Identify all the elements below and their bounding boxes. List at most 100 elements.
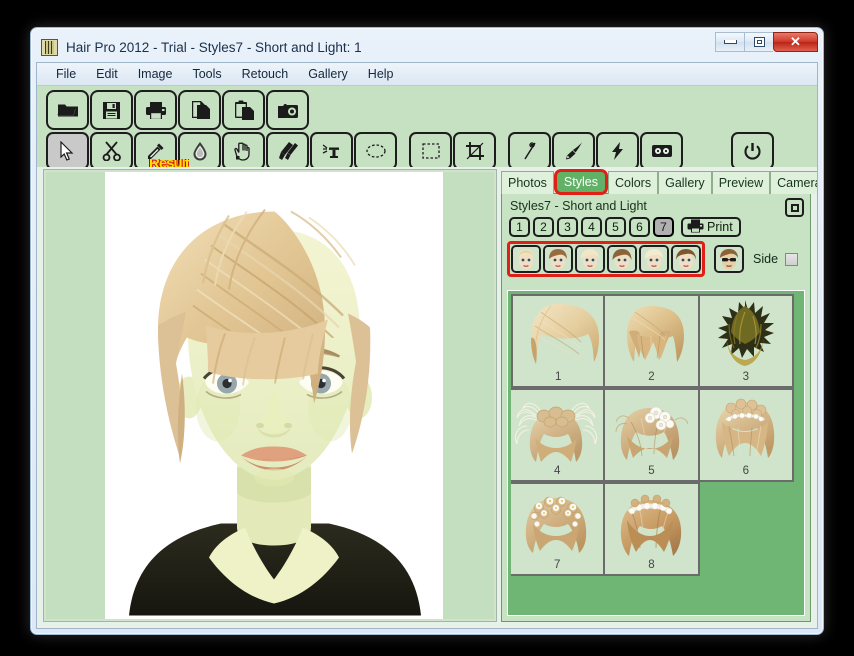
style-cell-2[interactable]: 2 xyxy=(605,294,699,388)
hand-icon[interactable] xyxy=(222,132,265,170)
printer-icon xyxy=(687,219,704,236)
style-cell-8[interactable]: 8 xyxy=(605,482,699,576)
style-cell-6[interactable]: 6 xyxy=(700,388,794,482)
toolbar-row-file xyxy=(37,90,817,130)
menu-item-file[interactable]: File xyxy=(46,65,86,83)
page-button-1[interactable]: 1 xyxy=(509,217,530,237)
print-icon[interactable] xyxy=(134,90,177,130)
hair-bob-fringe-blonde xyxy=(605,298,695,370)
portrait-illustration xyxy=(105,172,443,619)
style-label-4: 4 xyxy=(554,465,560,480)
style-cell-7[interactable]: 7 xyxy=(511,482,605,576)
tab-photos[interactable]: Photos xyxy=(501,171,554,194)
style-cell-1[interactable]: 1 xyxy=(511,294,605,388)
tab-preview[interactable]: Preview xyxy=(712,171,770,194)
photo-image[interactable] xyxy=(105,172,443,619)
hair-pixie-blonde xyxy=(513,298,603,370)
face-thumb-1[interactable] xyxy=(511,245,541,273)
client-area: File Edit Image Tools Retouch Gallery He… xyxy=(36,62,818,629)
styles-grid-container[interactable]: 1 xyxy=(507,290,805,616)
minimize-button[interactable] xyxy=(715,32,744,52)
photo-canvas-pane[interactable] xyxy=(43,169,497,622)
open-folder-icon[interactable] xyxy=(46,90,89,130)
hair-updo-tiara xyxy=(700,392,790,464)
menu-item-image[interactable]: Image xyxy=(128,65,183,83)
photo-canvas[interactable] xyxy=(46,172,494,619)
hair-spiky-dark xyxy=(700,298,790,370)
styles-panel: Styles7 - Short and Light 1 2 3 4 5 6 7 xyxy=(501,193,811,622)
face-thumb-6[interactable] xyxy=(671,245,701,273)
application-window: Hair Pro 2012 - Trial - Styles7 - Short … xyxy=(30,27,824,635)
styles-grid: 1 xyxy=(511,294,794,576)
marquee-icon[interactable] xyxy=(409,132,452,170)
maximize-button[interactable] xyxy=(744,32,773,52)
menu-bar: File Edit Image Tools Retouch Gallery He… xyxy=(37,63,817,86)
style-label-3: 3 xyxy=(743,371,749,386)
style-label-6: 6 xyxy=(743,465,749,480)
page-button-6[interactable]: 6 xyxy=(629,217,650,237)
face-thumbnail-group xyxy=(507,241,705,277)
save-disk-icon[interactable] xyxy=(90,90,133,130)
side-face-sunglasses-icon[interactable] xyxy=(714,245,744,273)
style-cell-4[interactable]: 4 xyxy=(511,388,605,482)
page-button-2[interactable]: 2 xyxy=(533,217,554,237)
panel-tabs: Photos Styles Colors Gallery Preview Cam… xyxy=(501,169,811,194)
hair-updo-flowers xyxy=(605,392,695,464)
work-area: Photos Styles Colors Gallery Preview Cam… xyxy=(37,167,817,628)
face-thumb-4[interactable] xyxy=(607,245,637,273)
window-controls: ✕ xyxy=(715,32,818,52)
page-button-5[interactable]: 5 xyxy=(605,217,626,237)
menu-item-retouch[interactable]: Retouch xyxy=(232,65,299,83)
close-button[interactable]: ✕ xyxy=(773,32,818,52)
style-label-8: 8 xyxy=(648,559,654,574)
style-label-2: 2 xyxy=(648,371,654,386)
lightning-icon[interactable] xyxy=(596,132,639,170)
print-button-label: Print xyxy=(707,220,733,234)
paintbrush-icon[interactable] xyxy=(552,132,595,170)
menu-item-gallery[interactable]: Gallery xyxy=(298,65,358,83)
power-icon[interactable] xyxy=(731,132,774,170)
face-thumb-3[interactable] xyxy=(575,245,605,273)
style-label-1: 1 xyxy=(555,371,561,386)
side-label: Side xyxy=(753,252,778,266)
page-button-3[interactable]: 3 xyxy=(557,217,578,237)
arrow-select-icon[interactable] xyxy=(46,132,89,170)
airbrush-icon[interactable] xyxy=(310,132,353,170)
lasso-icon[interactable] xyxy=(354,132,397,170)
copy-icon[interactable] xyxy=(178,90,221,130)
tape-icon[interactable] xyxy=(640,132,683,170)
style-label-7: 7 xyxy=(554,559,560,574)
hair-updo-feather-white xyxy=(511,392,601,464)
menu-item-tools[interactable]: Tools xyxy=(182,65,231,83)
camera-icon[interactable] xyxy=(266,90,309,130)
hair-updo-pearl-band xyxy=(605,486,695,558)
menu-item-edit[interactable]: Edit xyxy=(86,65,128,83)
tab-gallery[interactable]: Gallery xyxy=(658,171,712,194)
app-icon xyxy=(41,39,58,56)
tab-styles[interactable]: Styles xyxy=(554,169,608,195)
paste-icon[interactable] xyxy=(222,90,265,130)
style-cell-5[interactable]: 5 xyxy=(605,388,699,482)
style-cell-3[interactable]: 3 xyxy=(700,294,794,388)
window-title: Hair Pro 2012 - Trial - Styles7 - Short … xyxy=(66,40,362,55)
page-button-7[interactable]: 7 xyxy=(653,217,674,237)
page-number-buttons: 1 2 3 4 5 6 7 Print xyxy=(507,217,805,241)
face-selector-row: Side xyxy=(507,241,805,282)
hair-updo-daisies xyxy=(511,486,601,558)
tab-colors[interactable]: Colors xyxy=(608,171,658,194)
scissors-icon[interactable] xyxy=(90,132,133,170)
page-button-4[interactable]: 4 xyxy=(581,217,602,237)
print-button[interactable]: Print xyxy=(681,217,741,237)
right-panel: Photos Styles Colors Gallery Preview Cam… xyxy=(501,169,811,622)
crop-icon[interactable] xyxy=(453,132,496,170)
tab-camera[interactable]: Camera xyxy=(770,171,818,194)
brushes-icon[interactable] xyxy=(266,132,309,170)
magic-wand-icon[interactable] xyxy=(508,132,551,170)
menu-item-help[interactable]: Help xyxy=(358,65,404,83)
restore-icon[interactable] xyxy=(785,198,804,217)
face-thumb-5[interactable] xyxy=(639,245,669,273)
side-checkbox[interactable] xyxy=(785,253,798,266)
toolbar-area: Result xyxy=(37,86,817,168)
style-label-5: 5 xyxy=(648,465,654,480)
face-thumb-2[interactable] xyxy=(543,245,573,273)
